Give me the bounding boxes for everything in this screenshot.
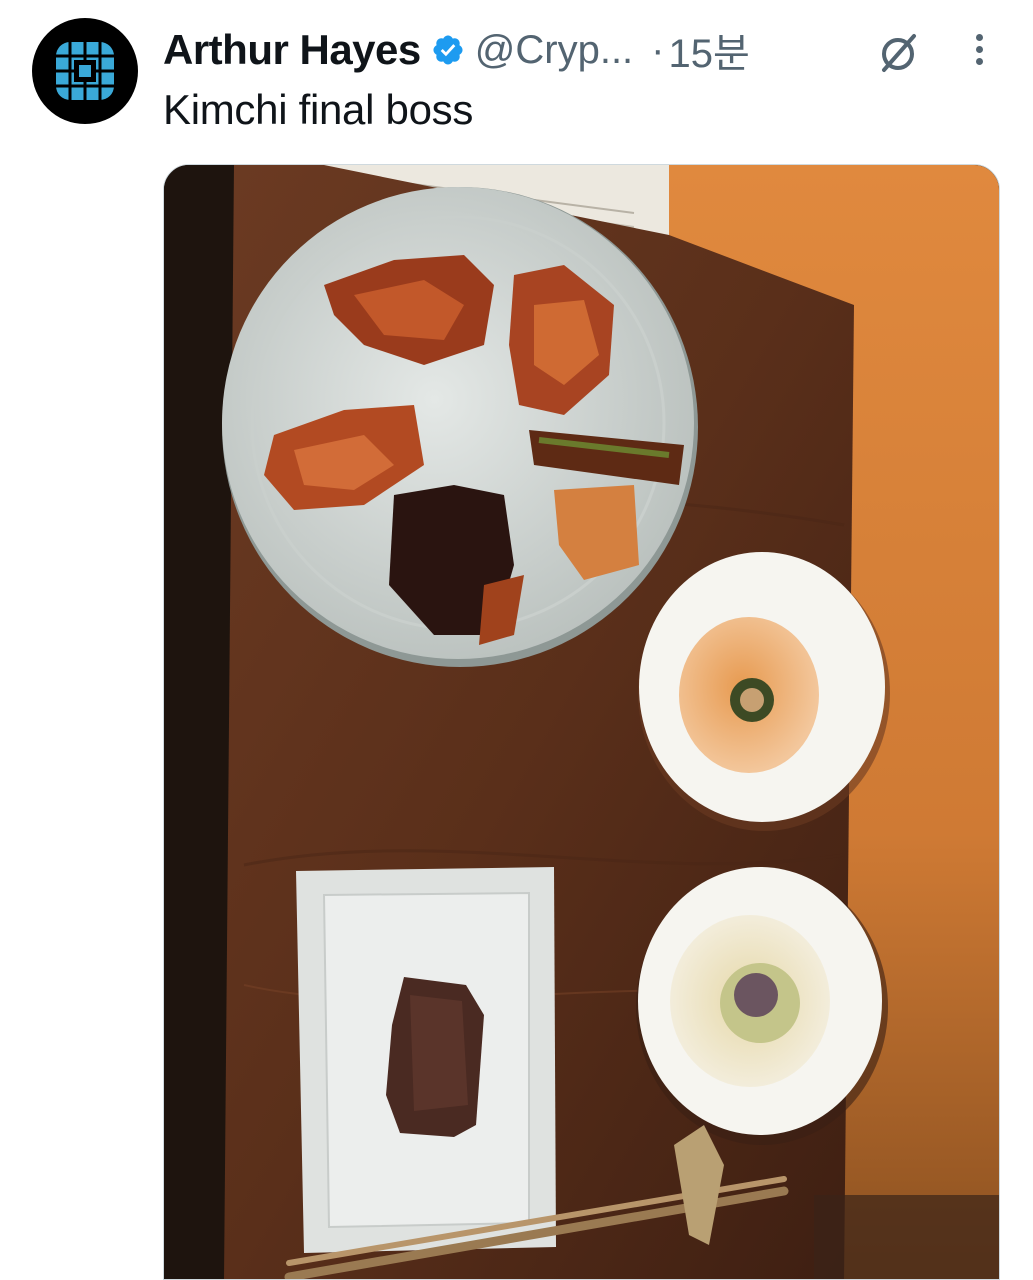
timestamp[interactable]: 15분 bbox=[669, 21, 750, 79]
author-name[interactable]: Arthur Hayes bbox=[163, 26, 421, 74]
tweet-header: Arthur Hayes @Cryp... · 15분 bbox=[163, 22, 750, 78]
food-photo-image bbox=[164, 165, 999, 1279]
tweet-text: Kimchi final boss bbox=[163, 86, 474, 133]
grok-icon[interactable] bbox=[876, 30, 922, 81]
tweet[interactable]: Arthur Hayes @Cryp... · 15분 Kimchi final… bbox=[0, 0, 1033, 1280]
verified-badge-icon bbox=[431, 33, 465, 67]
avatar[interactable] bbox=[32, 18, 138, 124]
square-grid-logo-icon bbox=[56, 42, 114, 100]
more-vertical-icon[interactable] bbox=[966, 30, 992, 70]
tweet-photo[interactable] bbox=[163, 164, 1000, 1280]
author-handle[interactable]: @Cryp... bbox=[475, 28, 633, 73]
separator-dot: · bbox=[651, 27, 665, 72]
